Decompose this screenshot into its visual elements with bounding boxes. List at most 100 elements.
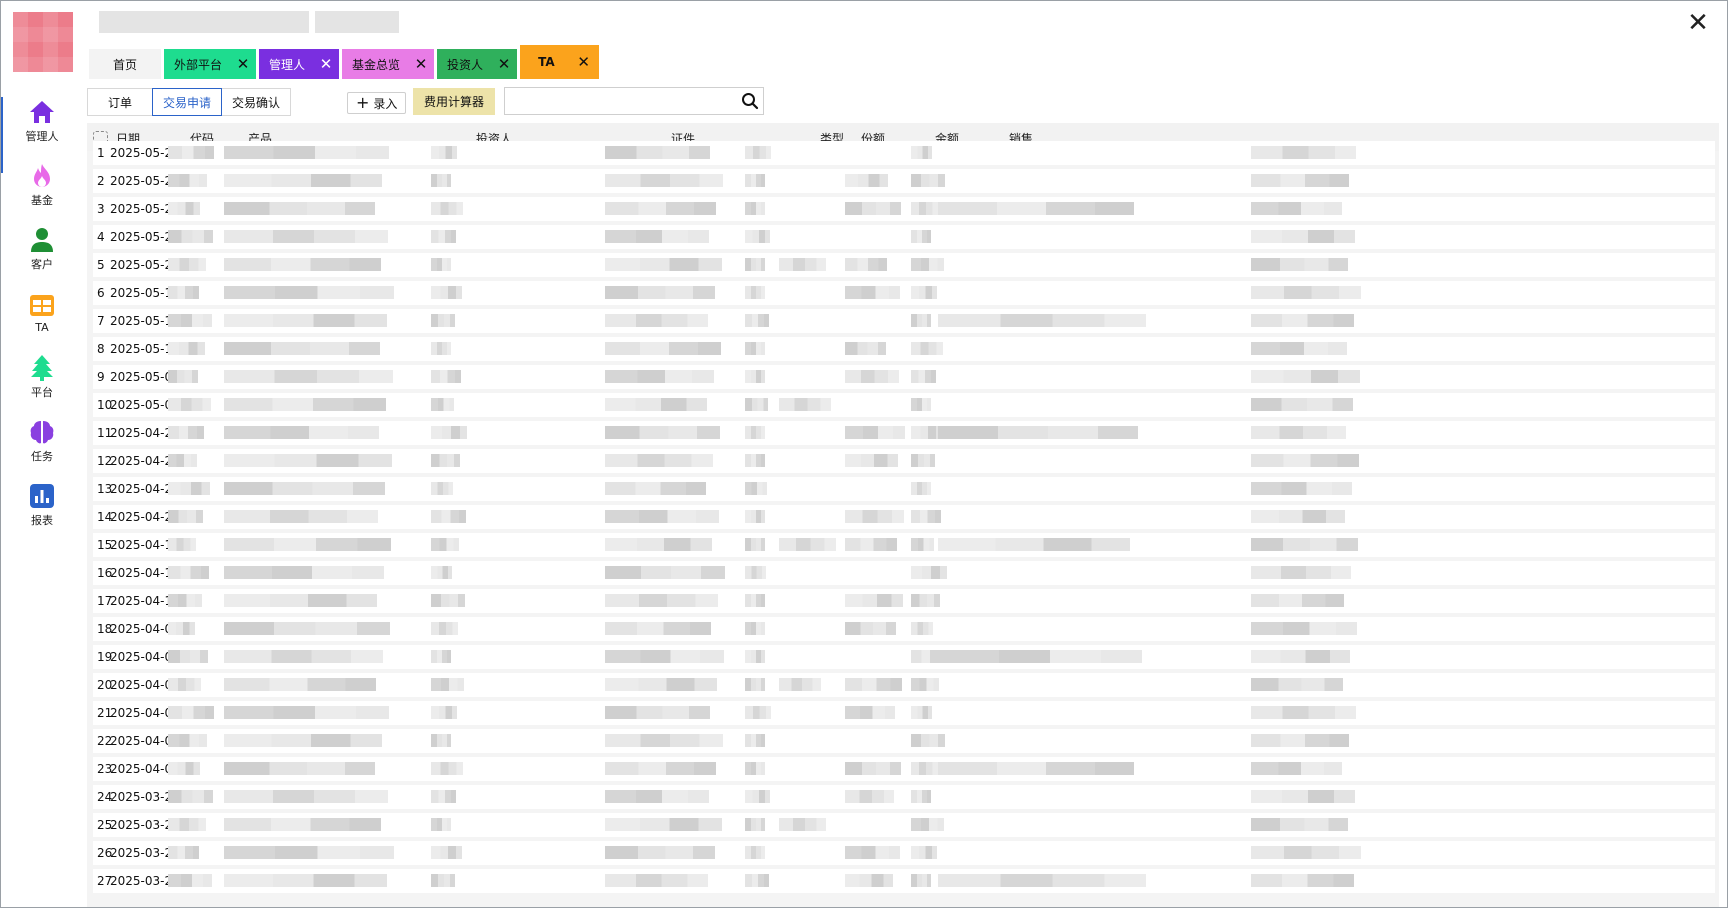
sidebar-item-report[interactable]: 报表	[15, 482, 69, 528]
fee-calculator-button[interactable]: 费用计算器	[413, 88, 496, 115]
redacted-cell	[431, 706, 457, 719]
search-input[interactable]	[509, 89, 733, 115]
redacted-cell	[745, 790, 770, 803]
redacted-cell	[224, 594, 377, 607]
table-row[interactable]: 9 2025-05-09	[93, 365, 1719, 389]
subtab-orders[interactable]: 订单	[87, 88, 154, 116]
redacted-cell	[745, 454, 765, 467]
redacted-cell	[938, 426, 1138, 439]
close-tab-icon[interactable]: ✕	[414, 55, 428, 73]
redacted-cell	[745, 286, 765, 299]
table-row[interactable]: 1 2025-05-27	[93, 141, 1719, 165]
table-row[interactable]: 27 2025-03-25	[93, 869, 1719, 893]
redacted-cell	[224, 818, 381, 831]
close-window-icon[interactable]: ✕	[1684, 9, 1712, 37]
table-row[interactable]: 16 2025-04-15	[93, 561, 1719, 585]
row-number: 1	[97, 146, 105, 160]
redacted-cell	[605, 510, 719, 523]
tab-label: 外部平台	[174, 57, 223, 72]
tab-investor[interactable]: 投资人 ✕	[437, 49, 518, 79]
table-row[interactable]: 11 2025-04-29	[93, 421, 1719, 445]
table-row[interactable]: 17 2025-04-15	[93, 589, 1719, 613]
row-number: 8	[97, 342, 105, 356]
subtab-trade-requests[interactable]: 交易申请	[152, 88, 223, 116]
table-row[interactable]: 3 2025-05-27	[93, 197, 1719, 221]
redacted-cell	[911, 846, 937, 859]
sidebar-item-manager[interactable]: 管理人	[15, 98, 69, 144]
table-row[interactable]: 2 2025-05-27	[93, 169, 1719, 193]
redacted-cell	[605, 874, 708, 887]
redacted-cell	[938, 762, 1134, 775]
table-row[interactable]: 21 2025-04-01	[93, 701, 1719, 725]
data-table: 日期 代码 产品 投资人 证件 类型 份额 金额 销售 1 2025-05-27 2…	[87, 123, 1719, 907]
table-row[interactable]: 15 2025-04-15	[93, 533, 1719, 557]
redacted-cell	[745, 538, 765, 551]
subtab-trade-confirm[interactable]: 交易确认	[221, 88, 292, 116]
redacted-cell	[224, 622, 390, 635]
redacted-cell	[224, 202, 375, 215]
tab-ta[interactable]: TA ✕	[520, 45, 599, 79]
tab-fund-overview[interactable]: 基金总览 ✕	[342, 49, 435, 79]
redacted-cell	[224, 230, 388, 243]
sidebar-item-ta[interactable]: TA	[15, 291, 69, 334]
table-row[interactable]: 13 2025-04-24	[93, 477, 1719, 501]
redacted-cell	[605, 230, 709, 243]
redacted-cell	[745, 706, 771, 719]
redacted-cell	[1251, 482, 1352, 495]
redacted-cell	[224, 286, 394, 299]
redacted-cell	[845, 202, 901, 215]
search-icon[interactable]	[740, 91, 760, 111]
table-row[interactable]: 24 2025-03-28	[93, 785, 1719, 809]
table-icon	[30, 295, 54, 316]
redacted-cell	[605, 790, 709, 803]
table-row[interactable]: 23 2025-04-01	[93, 757, 1719, 781]
table-row[interactable]: 14 2025-04-24	[93, 505, 1719, 529]
add-entry-button[interactable]: + 录入	[347, 92, 407, 114]
sidebar-item-label: 客户	[31, 258, 53, 271]
row-number: 5	[97, 258, 105, 272]
sidebar-item-customer[interactable]: 客户	[15, 226, 69, 272]
redacted-cell	[431, 286, 462, 299]
table-row[interactable]: 19 2025-04-07	[93, 645, 1719, 669]
close-tab-icon[interactable]: ✕	[577, 53, 591, 71]
redacted-cell	[431, 650, 451, 663]
redacted-cell	[1251, 146, 1356, 159]
table-row[interactable]: 26 2025-03-25	[93, 841, 1719, 865]
sidebar-item-task[interactable]: 任务	[15, 418, 69, 464]
sidebar-item-fund[interactable]: 基金	[15, 162, 69, 208]
table-row[interactable]: 18 2025-04-09	[93, 617, 1719, 641]
redacted-cell	[745, 342, 765, 355]
redacted-cell	[745, 510, 765, 523]
redacted-cell	[845, 258, 887, 271]
redacted-cell	[779, 538, 836, 551]
table-row[interactable]: 8 2025-05-13	[93, 337, 1719, 361]
tab-manager[interactable]: 管理人 ✕	[259, 49, 340, 79]
table-row[interactable]: 10 2025-05-06	[93, 393, 1719, 417]
redacted-cell	[224, 370, 393, 383]
avatar[interactable]	[13, 12, 73, 72]
table-row[interactable]: 25 2025-03-28	[93, 813, 1719, 837]
redacted-cell	[1251, 650, 1350, 663]
table-row[interactable]: 4 2025-05-27	[93, 225, 1719, 249]
table-row[interactable]: 5 2025-05-21	[93, 253, 1719, 277]
close-tab-icon[interactable]: ✕	[319, 55, 333, 73]
redacted-cell	[224, 426, 379, 439]
table-row[interactable]: 12 2025-04-24	[93, 449, 1719, 473]
redacted-cell	[431, 454, 460, 467]
table-row[interactable]: 7 2025-05-14	[93, 309, 1719, 333]
redacted-cell	[845, 678, 902, 691]
table-row[interactable]: 6 2025-05-19	[93, 281, 1719, 305]
redacted-cell	[745, 482, 767, 495]
close-tab-icon[interactable]: ✕	[497, 55, 511, 73]
tab-home[interactable]: 首页	[89, 49, 161, 79]
redacted-cell	[845, 846, 900, 859]
plus-icon: +	[356, 93, 370, 112]
redacted-cell	[1251, 762, 1342, 775]
redacted-cell	[779, 398, 831, 411]
close-tab-icon[interactable]: ✕	[236, 55, 250, 73]
table-row[interactable]: 20 2025-04-03	[93, 673, 1719, 697]
tab-external-platform[interactable]: 外部平台 ✕	[164, 49, 257, 79]
sidebar-item-platform[interactable]: 平台	[15, 354, 69, 400]
table-row[interactable]: 22 2025-04-01	[93, 729, 1719, 753]
redacted-cell	[605, 370, 714, 383]
